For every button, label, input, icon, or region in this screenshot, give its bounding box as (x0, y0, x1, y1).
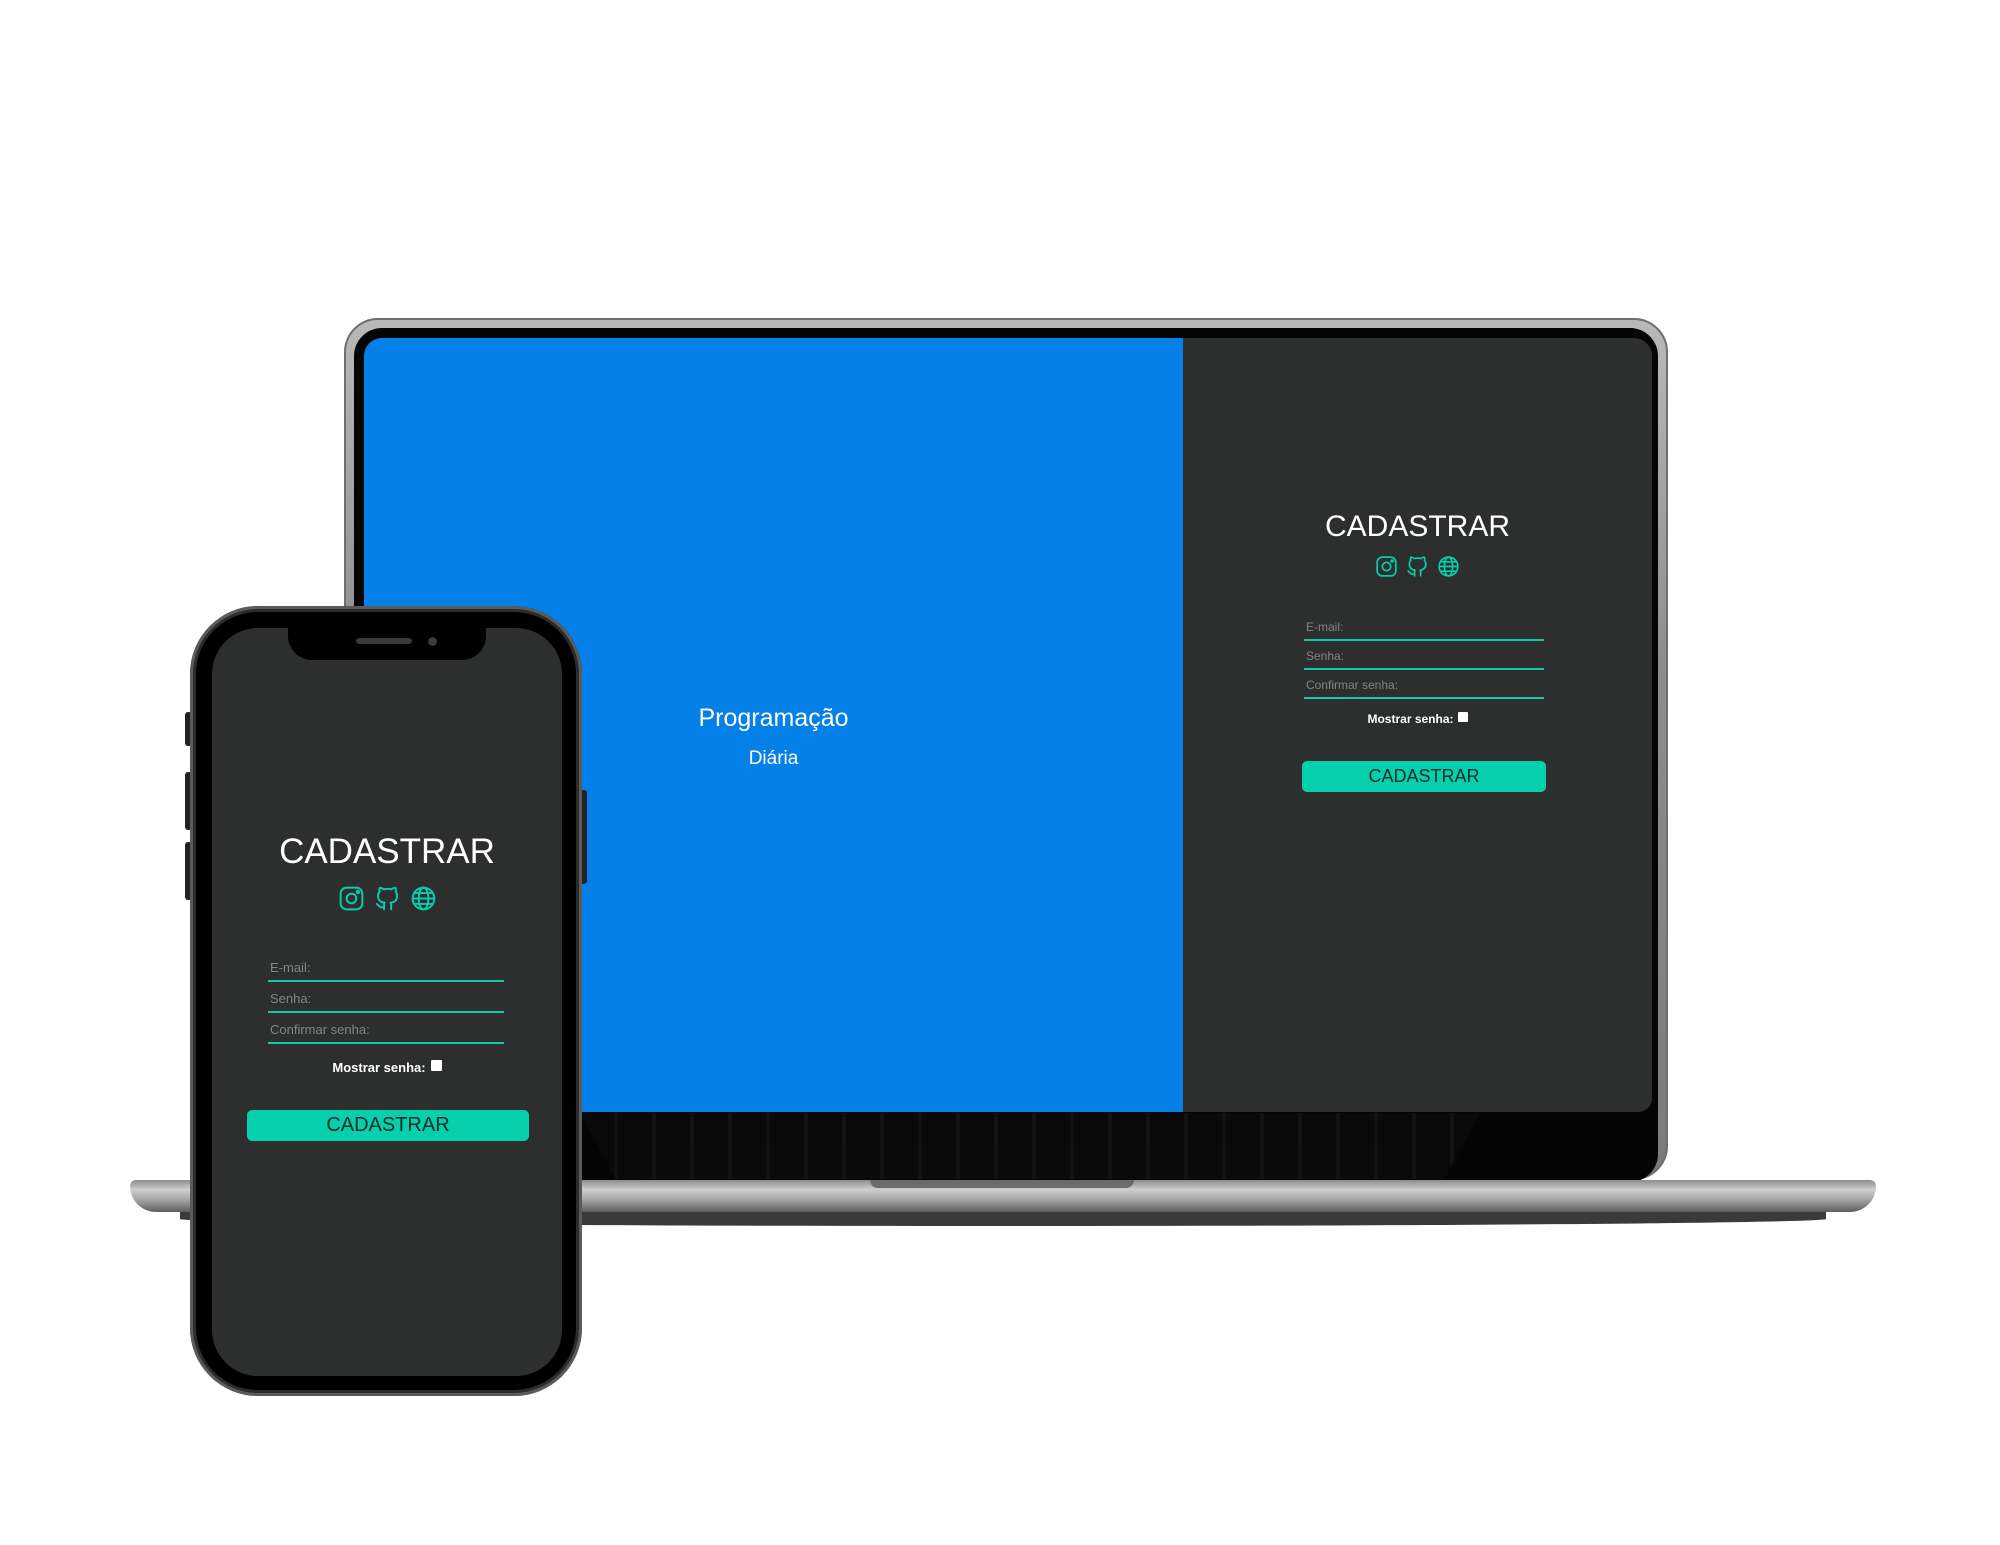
phone-submit-button[interactable]: CADASTRAR (247, 1110, 529, 1141)
social-icons (1183, 554, 1652, 579)
password-field[interactable] (1304, 645, 1544, 667)
form-title: CADASTRAR (1324, 510, 1511, 543)
phone-show-password-row: Mostrar senha: (212, 1060, 562, 1075)
email-underline (1304, 639, 1544, 641)
confirm-password-field[interactable] (1304, 674, 1544, 696)
github-icon[interactable] (373, 884, 402, 913)
laptop-base-notch (870, 1180, 1134, 1188)
phone-confirm-password-underline (268, 1042, 504, 1044)
phone-show-password-checkbox[interactable] (430, 1060, 442, 1071)
show-password-row: Mostrar senha: (1183, 712, 1652, 726)
phone-show-password-label: Mostrar senha: (332, 1060, 426, 1075)
phone-camera (428, 637, 437, 646)
phone-confirm-password-field[interactable] (268, 1017, 504, 1041)
globe-icon[interactable] (409, 884, 438, 913)
show-password-label: Mostrar senha: (1367, 712, 1454, 726)
phone-speaker (356, 638, 412, 644)
email-field[interactable] (1304, 616, 1544, 638)
phone-password-field[interactable] (268, 986, 504, 1010)
instagram-icon[interactable] (1374, 554, 1399, 579)
phone-form-title: CADASTRAR (279, 832, 495, 871)
instagram-icon[interactable] (337, 884, 366, 913)
confirm-password-underline (1304, 697, 1544, 699)
laptop-keyboard (580, 1113, 1480, 1179)
password-underline (1304, 668, 1544, 670)
submit-button[interactable]: CADASTRAR (1302, 761, 1546, 792)
phone-email-underline (268, 980, 504, 982)
phone-screen: CADASTRAR Mostrar senha: CADASTRAR (212, 628, 562, 1376)
show-password-checkbox[interactable] (1457, 712, 1468, 722)
phone-email-field[interactable] (268, 955, 504, 979)
phone-social-icons (212, 884, 562, 913)
phone-password-underline (268, 1011, 504, 1013)
globe-icon[interactable] (1436, 554, 1461, 579)
github-icon[interactable] (1405, 554, 1430, 579)
signup-panel: CADASTRAR Mostr (1183, 338, 1652, 1112)
